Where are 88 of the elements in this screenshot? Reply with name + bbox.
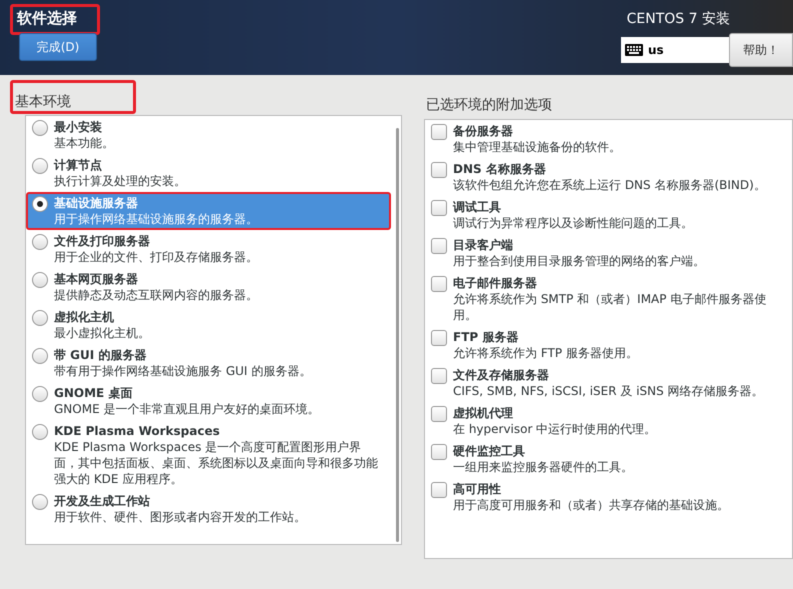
- checkbox[interactable]: [431, 330, 447, 346]
- option-description: 提供静态及动态互联网内容的服务器。: [54, 287, 258, 303]
- option-description: 用于整合到使用目录服务管理的网络的客户端。: [453, 253, 705, 269]
- radio-button[interactable]: [32, 310, 48, 326]
- checkbox[interactable]: [431, 238, 447, 254]
- radio-button[interactable]: [32, 424, 48, 440]
- option-description: GNOME 是一个非常直观且用户友好的桌面环境。: [54, 401, 320, 417]
- option-description: 一组用来监控服务器硬件的工具。: [453, 459, 633, 475]
- option-name: 开发及生成工作站: [54, 493, 151, 509]
- environment-option[interactable]: 最小安装 基本功能。: [26, 116, 391, 154]
- option-name: 基本网页服务器: [54, 271, 139, 287]
- option-description: KDE Plasma Workspaces 是一个高度可配置图形用户界面，其中包括面板、桌面、系统图标以及桌面向导和很多功能强大的 KDE 应用程序。: [54, 439, 379, 487]
- option-name: 计算节点: [54, 157, 103, 173]
- addon-option[interactable]: 备份服务器 集中管理基础设施备份的软件。: [425, 120, 782, 158]
- option-name: 文件及打印服务器: [54, 233, 151, 249]
- option-name: 最小安装: [54, 119, 103, 135]
- addon-option[interactable]: 电子邮件服务器 允许将系统作为 SMTP 和（或者）IMAP 电子邮件服务器使用。: [425, 272, 782, 326]
- environment-option[interactable]: 虚拟化主机 最小虚拟化主机。: [26, 306, 391, 344]
- done-button[interactable]: 完成(D): [19, 33, 97, 61]
- option-description: 用于操作网络基础设施服务的服务器。: [54, 211, 258, 227]
- checkbox[interactable]: [431, 406, 447, 422]
- checkbox[interactable]: [431, 276, 447, 292]
- environment-option[interactable]: GNOME 桌面 GNOME 是一个非常直观且用户友好的桌面环境。: [26, 382, 391, 420]
- page-title: 软件选择: [17, 9, 77, 28]
- option-name: KDE Plasma Workspaces: [54, 423, 221, 439]
- help-button[interactable]: 帮助！: [729, 33, 793, 67]
- option-name: 目录客户端: [453, 237, 514, 253]
- option-description: 执行计算及处理的安装。: [54, 173, 186, 189]
- option-name: 调试工具: [453, 199, 502, 215]
- option-description: CIFS, SMB, NFS, iSCSI, iSER 及 iSNS 网络存储服务器。: [453, 383, 764, 399]
- checkbox[interactable]: [431, 124, 447, 140]
- option-description: 基本功能。: [54, 135, 114, 151]
- radio-button[interactable]: [32, 234, 48, 250]
- radio-button[interactable]: [32, 158, 48, 174]
- radio-button[interactable]: [32, 494, 48, 510]
- option-description: 调试行为异常程序以及诊断性能问题的工具。: [453, 215, 693, 231]
- option-name: 高可用性: [453, 481, 502, 497]
- checkbox[interactable]: [431, 482, 447, 498]
- option-description: 用于企业的文件、打印及存储服务器。: [54, 249, 258, 265]
- option-description: 该软件包组允许您在系统上运行 DNS 名称服务器(BIND)。: [453, 177, 766, 193]
- option-description: 带有用于操作网络基础设施服务 GUI 的服务器。: [54, 363, 312, 379]
- section-heading: 基本环境: [14, 93, 72, 111]
- option-name: 基础设施服务器: [54, 195, 139, 211]
- option-description: 最小虚拟化主机。: [54, 325, 150, 341]
- environment-option[interactable]: 基本网页服务器 提供静态及动态互联网内容的服务器。: [26, 268, 391, 306]
- option-name: FTP 服务器: [453, 329, 520, 345]
- option-description: 在 hypervisor 中运行时使用的代理。: [453, 421, 656, 437]
- checkbox[interactable]: [431, 368, 447, 384]
- radio-button[interactable]: [32, 386, 48, 402]
- environment-option[interactable]: 开发及生成工作站 用于软件、硬件、图形或者内容开发的工作站。: [26, 490, 391, 528]
- addon-option[interactable]: 调试工具 调试行为异常程序以及诊断性能问题的工具。: [425, 196, 782, 234]
- environment-option[interactable]: 文件及打印服务器 用于企业的文件、打印及存储服务器。: [26, 230, 391, 268]
- checkbox[interactable]: [431, 444, 447, 460]
- environment-option[interactable]: 计算节点 执行计算及处理的安装。: [26, 154, 391, 192]
- addon-option[interactable]: 文件及存储服务器 CIFS, SMB, NFS, iSCSI, iSER 及 iSNS 网络存储服务器。: [425, 364, 782, 402]
- option-name: GNOME 桌面: [54, 385, 134, 401]
- option-description: 允许将系统作为 FTP 服务器使用。: [453, 345, 638, 361]
- option-description: 集中管理基础设施备份的软件。: [453, 139, 621, 155]
- addon-option[interactable]: 虚拟机代理 在 hypervisor 中运行时使用的代理。: [425, 402, 782, 440]
- checkbox[interactable]: [431, 200, 447, 216]
- option-name: 虚拟机代理: [453, 405, 514, 421]
- option-name: 文件及存储服务器: [453, 367, 550, 383]
- option-description: 允许将系统作为 SMTP 和（或者）IMAP 电子邮件服务器使用。: [453, 291, 768, 323]
- option-name: 硬件监控工具: [453, 443, 526, 459]
- environment-option[interactable]: KDE Plasma Workspaces KDE Plasma Workspaces 是一个高度可配置图形用户界面，其中包括面板、桌面、系统图标以及桌面向导和很多功能强大的 KDE 应用程序。: [26, 420, 391, 490]
- addon-option[interactable]: 目录客户端 用于整合到使用目录服务管理的网络的客户端。: [425, 234, 782, 272]
- keyboard-layout-field[interactable]: us: [621, 37, 729, 63]
- option-description: 用于软件、硬件、图形或者内容开发的工作站。: [54, 509, 306, 525]
- radio-button[interactable]: [32, 120, 48, 136]
- addon-option[interactable]: FTP 服务器 允许将系统作为 FTP 服务器使用。: [425, 326, 782, 364]
- option-name: DNS 名称服务器: [453, 161, 547, 177]
- addon-option[interactable]: 硬件监控工具 一组用来监控服务器硬件的工具。: [425, 440, 782, 478]
- addon-option[interactable]: 高可用性 用于高度可用服务和（或者）共享存储的基础设施。: [425, 478, 782, 516]
- option-name: 备份服务器: [453, 123, 514, 139]
- radio-button[interactable]: [32, 348, 48, 364]
- option-description: 用于高度可用服务和（或者）共享存储的基础设施。: [453, 497, 729, 513]
- scrollbar[interactable]: [396, 128, 399, 542]
- addon-option[interactable]: DNS 名称服务器 该软件包组允许您在系统上运行 DNS 名称服务器(BIND)。: [425, 158, 782, 196]
- option-name: 虚拟化主机: [54, 309, 115, 325]
- option-name: 电子邮件服务器: [453, 275, 538, 291]
- section-heading: 已选环境的附加选项: [425, 96, 553, 115]
- radio-button[interactable]: [32, 196, 48, 212]
- radio-button[interactable]: [32, 272, 48, 288]
- environment-option[interactable]: 带 GUI 的服务器 带有用于操作网络基础设施服务 GUI 的服务器。: [26, 344, 391, 382]
- keyboard-icon: [625, 44, 643, 56]
- product-title: CENTOS 7 安装: [626, 10, 730, 28]
- checkbox[interactable]: [431, 162, 447, 178]
- option-name: 带 GUI 的服务器: [54, 347, 148, 363]
